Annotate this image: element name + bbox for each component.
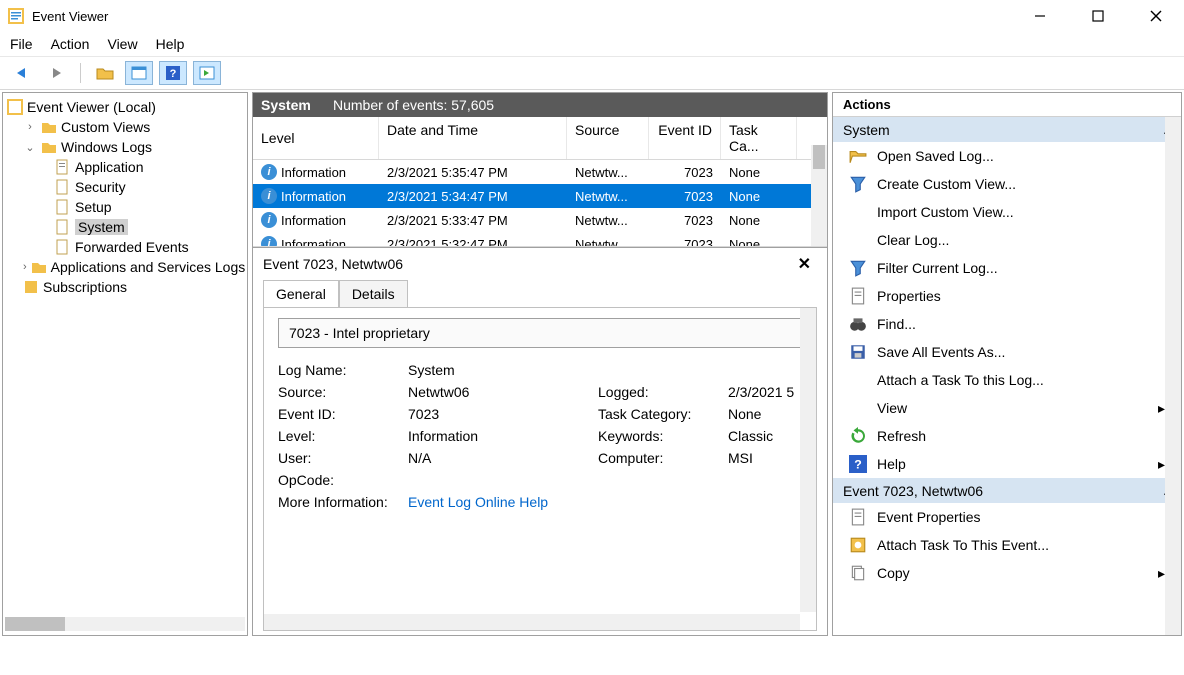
svg-text:?: ? [170,68,177,80]
menu-file[interactable]: File [10,36,33,52]
help-button[interactable]: ? [159,61,187,85]
action-attach-task-to-this-event[interactable]: Attach Task To This Event... [833,531,1181,559]
info-icon: i [261,188,277,204]
event-row[interactable]: iInformation2/3/2021 5:34:47 PMNetwtw...… [253,184,827,208]
action-create-custom-view[interactable]: Create Custom View... [833,170,1181,198]
action-copy[interactable]: Copy▸ [833,559,1181,587]
actions-title: Actions [833,93,1181,117]
tree-forwarded[interactable]: Forwarded Events [7,237,243,257]
blank-icon [849,399,867,417]
funnel-icon [849,175,867,193]
copy-icon [849,564,867,582]
action-refresh[interactable]: Refresh [833,422,1181,450]
tab-general[interactable]: General [263,280,339,307]
tree-security[interactable]: Security [7,177,243,197]
tree-panel: Event Viewer (Local) › Custom Views ⌄ Wi… [2,92,248,636]
event-description: 7023 - Intel proprietary [278,318,802,348]
forward-button[interactable] [42,61,70,85]
actions-vscroll[interactable] [1165,117,1181,635]
tree-application[interactable]: Application [7,157,243,177]
event-row[interactable]: iInformation2/3/2021 5:32:47 PMNetwtw...… [253,232,827,247]
actions-section-event[interactable]: Event 7023, Netwtw06▴ [833,478,1181,503]
action-filter-current-log[interactable]: Filter Current Log... [833,254,1181,282]
blank-icon [849,371,867,389]
online-help-link[interactable]: Event Log Online Help [408,494,598,510]
folder-open-icon [849,147,867,165]
blank-icon [849,231,867,249]
col-date[interactable]: Date and Time [379,117,567,159]
action-attach-a-task-to-this-log[interactable]: Attach a Task To this Log... [833,366,1181,394]
menubar: File Action View Help [0,32,1184,57]
action-help[interactable]: ?Help▸ [833,450,1181,478]
blank-icon [849,203,867,221]
detail-vscroll[interactable] [800,308,816,612]
menu-view[interactable]: View [107,36,137,52]
action-find[interactable]: Find... [833,310,1181,338]
svg-text:?: ? [854,458,862,472]
action-save-all-events-as[interactable]: Save All Events As... [833,338,1181,366]
event-grid: Level Date and Time Source Event ID Task… [253,117,827,247]
info-icon: i [261,212,277,228]
grid-vscroll[interactable] [811,145,827,246]
tree-system[interactable]: System [7,217,243,237]
col-source[interactable]: Source [567,117,649,159]
tree-subscriptions[interactable]: Subscriptions [7,277,243,297]
action-properties[interactable]: Properties [833,282,1181,310]
close-button[interactable] [1136,2,1176,30]
tree-windows-logs[interactable]: ⌄ Windows Logs [7,137,243,157]
tree-setup[interactable]: Setup [7,197,243,217]
tree-hscroll[interactable] [5,617,245,631]
event-row[interactable]: iInformation2/3/2021 5:35:47 PMNetwtw...… [253,160,827,184]
tree-root[interactable]: Event Viewer (Local) [7,97,243,117]
minimize-button[interactable] [1020,2,1060,30]
save-icon [849,343,867,361]
menu-help[interactable]: Help [156,36,185,52]
col-level[interactable]: Level [253,117,379,159]
events-header: System Number of events: 57,605 [253,93,827,117]
log-view-button[interactable] [193,61,221,85]
center-panel: System Number of events: 57,605 Level Da… [252,92,828,636]
tree-apps-services[interactable]: › Applications and Services Logs [7,257,243,277]
page-icon [849,508,867,526]
detail-close-button[interactable]: ✕ [792,254,817,274]
action-view[interactable]: View▸ [833,394,1181,422]
detail-pane: Event 7023, Netwtw06 ✕ General Details 7… [253,247,827,635]
action-clear-log[interactable]: Clear Log... [833,226,1181,254]
help-icon: ? [849,455,867,473]
task-icon [849,536,867,554]
funnel-icon [849,259,867,277]
action-event-properties[interactable]: Event Properties [833,503,1181,531]
action-import-custom-view[interactable]: Import Custom View... [833,198,1181,226]
chevron-right-icon: ▸ [1158,456,1165,473]
folder-button[interactable] [91,61,119,85]
grid-header: Level Date and Time Source Event ID Task… [253,117,827,160]
app-icon [8,8,24,24]
refresh-icon [849,427,867,445]
window-title: Event Viewer [32,9,1020,24]
properties-button[interactable] [125,61,153,85]
tree-custom-views[interactable]: › Custom Views [7,117,243,137]
chevron-right-icon: ▸ [1158,565,1165,582]
tab-details[interactable]: Details [339,280,408,307]
detail-hscroll[interactable] [264,614,800,630]
col-taskcat[interactable]: Task Ca... [721,117,797,159]
info-icon: i [261,164,277,180]
maximize-button[interactable] [1078,2,1118,30]
info-icon: i [261,236,277,247]
event-row[interactable]: iInformation2/3/2021 5:33:47 PMNetwtw...… [253,208,827,232]
menu-action[interactable]: Action [51,36,90,52]
actions-panel: Actions System▴ Open Saved Log...Create … [832,92,1182,636]
action-open-saved-log[interactable]: Open Saved Log... [833,142,1181,170]
col-eventid[interactable]: Event ID [649,117,721,159]
chevron-right-icon: ▸ [1158,400,1165,417]
toolbar: ? [0,57,1184,90]
actions-section-system[interactable]: System▴ [833,117,1181,142]
back-button[interactable] [8,61,36,85]
page-icon [849,287,867,305]
detail-title: Event 7023, Netwtw06 [263,256,792,272]
binoculars-icon [849,315,867,333]
